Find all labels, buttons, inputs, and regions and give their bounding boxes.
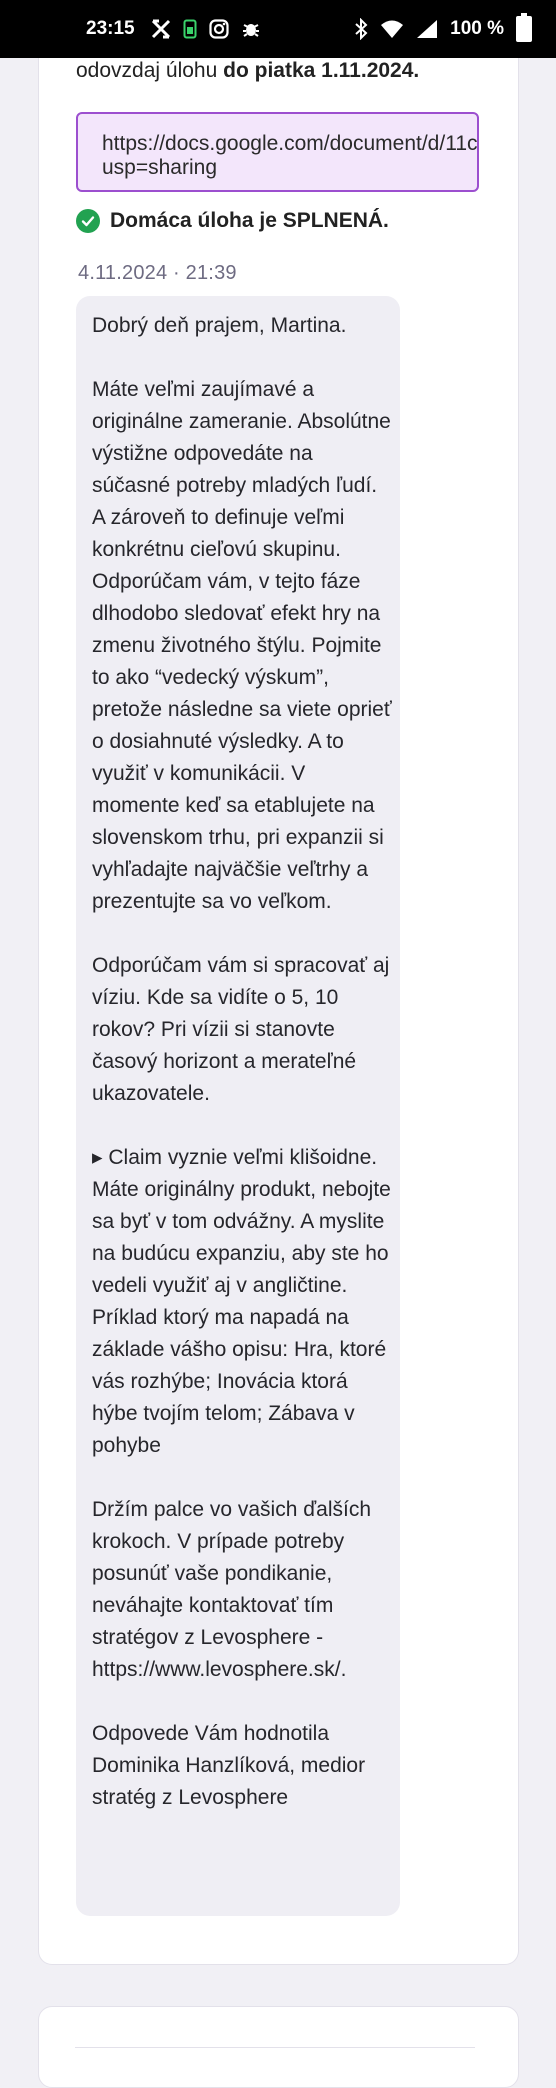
bluetooth-icon	[354, 18, 368, 40]
status-time: 23:15	[86, 18, 135, 39]
battery-icon	[516, 13, 532, 42]
feedback-paragraph-vision: Odporúčam vám si spracovať aj víziu. Kde…	[92, 954, 390, 1105]
battery-percentage: 100 %	[450, 18, 504, 39]
feedback-paragraph-contact: Držím palce vo vašich ďalších krokoch. V…	[92, 1498, 371, 1681]
submission-link[interactable]: https://docs.google.com/document/d/11cyP…	[102, 132, 477, 180]
assignment-instructions: odovzdaj úlohu do piatka 1.11.2024.	[76, 56, 536, 86]
feedback-paragraph-greeting: Dobrý deň prajem, Martina.	[92, 314, 347, 337]
status-notification-icons	[151, 19, 261, 39]
check-circle-icon	[76, 209, 100, 233]
wifi-icon	[380, 19, 404, 39]
status-system-icons: 100 %	[354, 13, 532, 42]
status-bar: 23:15 100 %	[0, 0, 556, 58]
feedback-paragraph-focus: Máte veľmi zaujímavé a originálne zamera…	[92, 378, 392, 913]
sim-icon	[183, 19, 197, 39]
x-app-icon	[151, 19, 171, 39]
feedback-paragraph-claim: ▸ Claim vyznie veľmi klišoidne. Máte ori…	[92, 1146, 391, 1457]
homework-status: Domáca úloha je SPLNENÁ.	[76, 206, 389, 236]
homework-status-label: Domáca úloha je SPLNENÁ.	[110, 209, 389, 232]
feedback-timestamp: 4.11.2024 · 21:39	[78, 262, 237, 284]
feedback-paragraph-signature: Odpovede Vám hodnotila Dominika Hanzlíko…	[92, 1722, 366, 1809]
deadline-text: do piatka 1.11.2024.	[223, 59, 420, 82]
signal-icon	[416, 19, 438, 39]
submission-link-box[interactable]: https://docs.google.com/document/d/11cyP…	[76, 112, 479, 192]
instructions-text: odovzdaj úlohu	[76, 59, 224, 82]
feedback-message-bubble: Dobrý deň prajem, Martina. Máte veľmi za…	[76, 296, 400, 1916]
bug-icon	[241, 19, 261, 39]
next-card	[38, 2006, 519, 2088]
instagram-icon	[209, 19, 229, 39]
feedback-message: Dobrý deň prajem, Martina. Máte veľmi za…	[92, 310, 392, 1814]
